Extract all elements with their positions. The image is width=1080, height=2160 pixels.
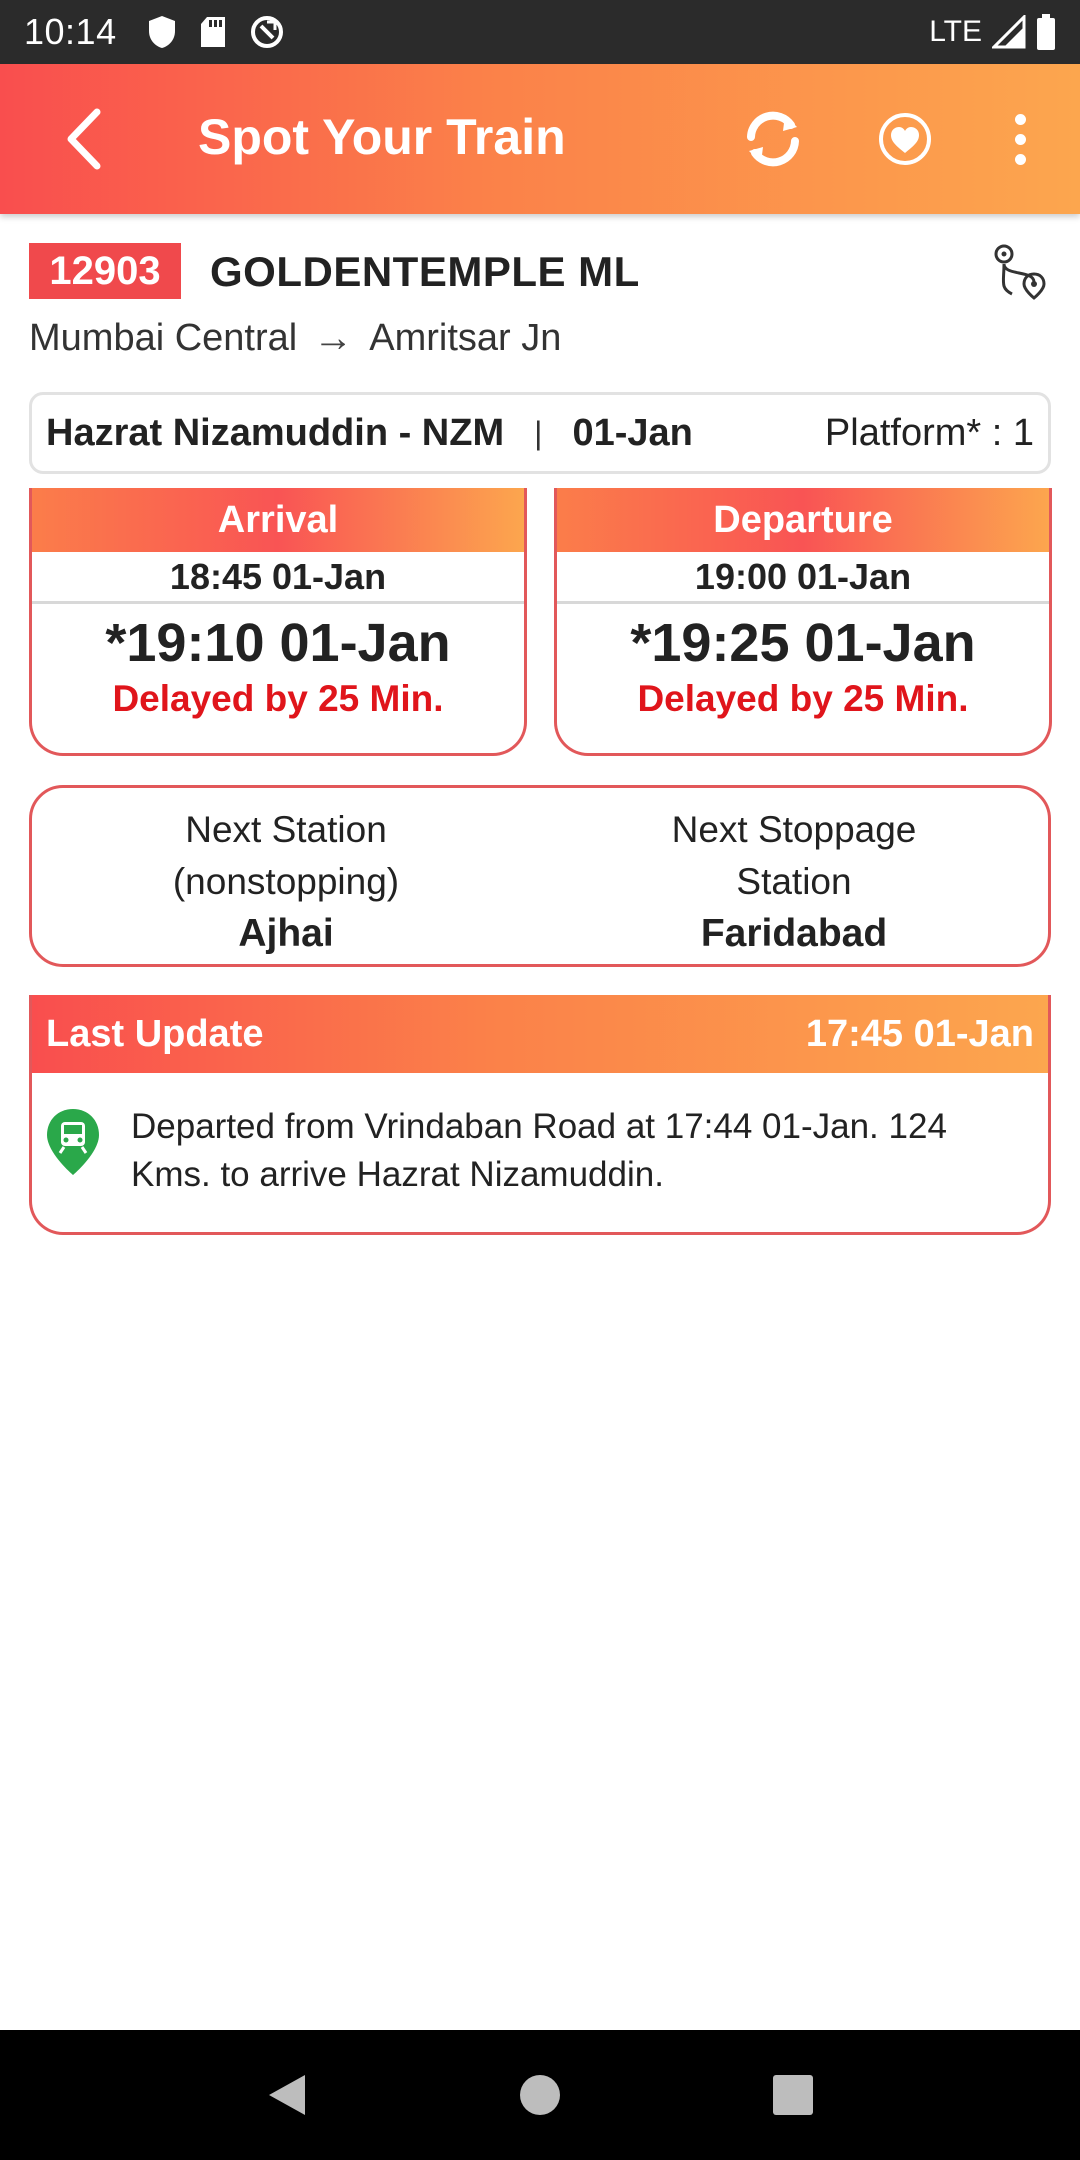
- last-update-message: Departed from Vrindaban Road at 17:44 01…: [131, 1107, 947, 1194]
- chevron-left-icon: [67, 108, 101, 170]
- refresh-icon: [747, 111, 799, 167]
- page-title: Spot Your Train: [198, 109, 566, 165]
- battery-icon: [1037, 14, 1055, 50]
- last-update-time: 17:45 01-Jan: [805, 1012, 1034, 1055]
- train-location-pin-icon: [47, 1109, 99, 1175]
- departure-label: Departure: [557, 488, 1049, 552]
- station-name: Hazrat Nizamuddin - NZM: [46, 411, 505, 454]
- next-station-sublabel: (nonstopping): [172, 861, 400, 902]
- status-icons-left: [147, 14, 285, 50]
- train-name: GOLDENTEMPLE ML: [210, 248, 640, 295]
- arrival-delay: Delayed by 25 Min.: [112, 678, 444, 719]
- route-map-button[interactable]: [990, 242, 1048, 302]
- nav-recents-button[interactable]: [758, 2060, 828, 2130]
- circle-home-icon: [519, 2075, 560, 2115]
- nav-back-button[interactable]: [252, 2060, 322, 2130]
- more-dot: [1014, 133, 1026, 145]
- departure-card: Departure 19:00 01-Jan *19:25 01-Jan Del…: [554, 488, 1052, 756]
- route-line: Mumbai Central → Amritsar Jn: [29, 316, 561, 361]
- more-vertical-icon: [1014, 113, 1026, 125]
- arrival-card: Arrival 18:45 01-Jan *19:10 01-Jan Delay…: [29, 488, 527, 756]
- refresh-button[interactable]: [738, 104, 808, 174]
- arrival-scheduled: 18:45 01-Jan: [32, 552, 524, 604]
- nav-home-button[interactable]: [505, 2060, 575, 2130]
- square-recents-icon: [773, 2075, 814, 2115]
- status-bar: 10:14 LTE: [0, 0, 1080, 64]
- station-selector[interactable]: Hazrat Nizamuddin - NZM | 01-Jan Platfor…: [29, 392, 1051, 474]
- departure-scheduled: 19:00 01-Jan: [557, 552, 1049, 604]
- arrival-label: Arrival: [32, 488, 524, 552]
- departure-delay: Delayed by 25 Min.: [637, 678, 969, 719]
- separator: |: [534, 414, 543, 451]
- last-update-label: Last Update: [46, 1012, 264, 1055]
- next-station-card: Next Station (nonstopping) Ajhai Next St…: [29, 785, 1051, 967]
- next-stoppage-label: Next Stoppage: [671, 809, 917, 850]
- system-nav-bar: [0, 2030, 1080, 2160]
- status-time: 10:14: [24, 11, 117, 52]
- arrow-right-icon: →: [313, 316, 354, 360]
- status-icons-right: LTE: [929, 14, 1056, 50]
- more-dot: [1014, 153, 1026, 165]
- shield-icon: [148, 16, 175, 48]
- origin-station: Mumbai Central: [29, 317, 298, 359]
- network-type: LTE: [929, 15, 982, 48]
- heart-icon: [879, 113, 931, 165]
- sync-circle-icon: [250, 16, 283, 48]
- train-number-badge: 12903: [29, 243, 181, 299]
- next-station-col: Next Station (nonstopping) Ajhai: [32, 788, 540, 964]
- favorite-button[interactable]: [872, 106, 938, 172]
- triangle-back-icon: [268, 2075, 305, 2115]
- signal-icon: [992, 15, 1026, 49]
- departure-actual: *19:25 01-Jan: [630, 613, 976, 673]
- last-update-header: Last Update 17:45 01-Jan: [32, 995, 1048, 1073]
- next-stoppage-sublabel: Station: [736, 861, 852, 902]
- back-button[interactable]: [48, 104, 118, 174]
- next-station-value: Ajhai: [238, 912, 334, 955]
- platform-info: Platform* : 1: [824, 411, 1034, 454]
- arrival-actual: *19:10 01-Jan: [105, 613, 451, 673]
- next-station-label: Next Station: [185, 809, 387, 850]
- app-bar: Spot Your Train: [0, 64, 1080, 214]
- destination-station: Amritsar Jn: [369, 317, 562, 359]
- next-stoppage-col: Next Stoppage Station Faridabad: [540, 788, 1048, 964]
- last-update-card: Last Update 17:45 01-Jan Departed from V…: [29, 995, 1051, 1235]
- next-stoppage-value: Faridabad: [700, 912, 888, 955]
- station-date: 01-Jan: [572, 411, 693, 454]
- last-update-body: Departed from Vrindaban Road at 17:44 01…: [32, 1073, 1048, 1199]
- sd-card-icon: [200, 17, 225, 47]
- more-options-button[interactable]: [1000, 104, 1040, 174]
- route-map-icon: [994, 244, 1046, 300]
